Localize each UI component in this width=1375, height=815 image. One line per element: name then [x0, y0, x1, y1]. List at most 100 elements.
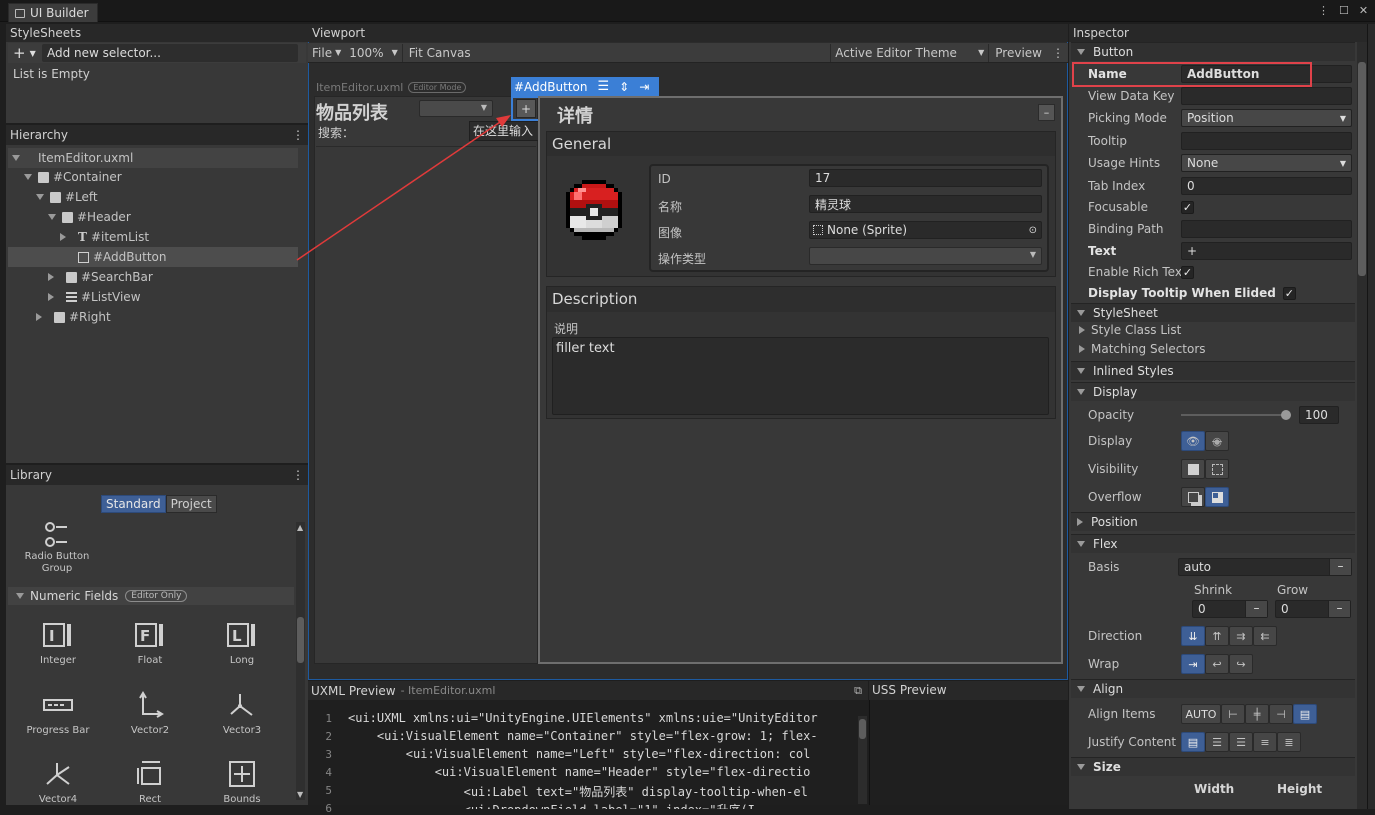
collapse-details-button[interactable]: – [1038, 104, 1055, 121]
section-display[interactable]: Display [1071, 382, 1355, 401]
wrap-wrap-icon[interactable]: ↩ [1205, 654, 1229, 674]
shrink-input[interactable]: 0– [1192, 600, 1268, 618]
direction-row-icon[interactable]: ⇉ [1229, 626, 1253, 646]
section-flex[interactable]: Flex [1071, 534, 1355, 553]
library-item-radio-button-group[interactable]: Radio Button Group [17, 521, 97, 575]
section-position[interactable]: Position [1071, 512, 1355, 531]
add-stylesheet-button[interactable]: + ▼ [8, 44, 42, 62]
library-item-bounds[interactable]: Bounds [202, 758, 282, 805]
library-item-vector4[interactable]: Vector4 [18, 758, 98, 805]
direction-column-reverse-icon[interactable]: ⇈ [1205, 626, 1229, 646]
add-selector-input[interactable]: Add new selector... [42, 44, 298, 62]
direction-row-reverse-icon[interactable]: ⇇ [1253, 626, 1277, 646]
overflow-visible-icon[interactable] [1181, 487, 1205, 507]
sprite-object-field[interactable]: None (Sprite) ⊙ [809, 221, 1042, 239]
align-flex-start-icon[interactable]: ⊢ [1221, 704, 1245, 724]
section-inlined-styles[interactable]: Inlined Styles [1071, 361, 1355, 380]
binding-path-input[interactable] [1181, 220, 1352, 238]
hierarchy-item-right[interactable]: #Right [8, 307, 298, 327]
library-item-vector2[interactable]: Vector2 [110, 689, 190, 736]
basis-unit-dropdown[interactable]: – [1329, 559, 1351, 575]
expand-arrow-icon[interactable] [24, 174, 32, 180]
visibility-visible-icon[interactable] [1181, 459, 1205, 479]
library-item-rect[interactable]: Rect [110, 758, 190, 805]
section-button[interactable]: Button [1071, 42, 1355, 61]
object-picker-icon[interactable]: ⊙ [1029, 225, 1037, 236]
overflow-hidden-icon[interactable] [1205, 487, 1229, 507]
hierarchy-item-left[interactable]: #Left [8, 187, 298, 207]
tooltip-input[interactable] [1181, 132, 1352, 150]
fit-canvas-button[interactable]: Fit Canvas [401, 43, 477, 62]
open-external-icon[interactable]: ⧉ [854, 684, 862, 698]
text-input[interactable]: + [1181, 242, 1352, 260]
description-textarea[interactable]: filler text [552, 337, 1049, 415]
enable-rich-text-checkbox[interactable]: ✓ [1181, 265, 1194, 279]
justify-center-icon[interactable]: ☰ [1205, 732, 1229, 752]
align-icon[interactable]: ⇕ [619, 80, 629, 94]
collapse-arrow-icon[interactable] [48, 293, 54, 301]
tab-standard[interactable]: Standard [101, 495, 166, 513]
maximize-icon[interactable]: ☐ [1339, 4, 1349, 17]
wrap-reverse-icon[interactable]: ↪ [1229, 654, 1253, 674]
usage-hints-dropdown[interactable]: None ▼ [1181, 154, 1352, 172]
expand-arrow-icon[interactable] [12, 155, 20, 161]
library-item-progress-bar[interactable]: Progress Bar [18, 689, 98, 736]
direction-column-icon[interactable]: ⇊ [1181, 626, 1205, 646]
tab-project[interactable]: Project [165, 495, 217, 513]
basis-input[interactable]: auto – [1178, 558, 1352, 576]
numeric-fields-category[interactable]: Numeric Fields Editor Only [8, 587, 294, 605]
preview-button[interactable]: Preview [988, 43, 1048, 62]
justify-space-around-icon[interactable]: ≣ [1277, 732, 1301, 752]
collapse-arrow-icon[interactable] [36, 313, 42, 321]
picking-mode-dropdown[interactable]: Position ▼ [1181, 109, 1352, 127]
display-flex-eye-icon[interactable]: 👁 [1181, 431, 1205, 451]
section-stylesheet[interactable]: StyleSheet [1071, 303, 1355, 322]
flex-direction-icon[interactable]: ☰ [597, 79, 609, 94]
library-item-integer[interactable]: I Integer [18, 619, 98, 666]
hierarchy-item-listview[interactable]: #ListView [8, 287, 298, 307]
library-scrollbar-thumb[interactable] [297, 617, 304, 663]
opacity-input[interactable]: 100 [1299, 406, 1339, 424]
display-tooltip-checkbox[interactable]: ✓ [1282, 286, 1296, 300]
justify-flex-start-icon[interactable]: ▤ [1181, 732, 1205, 752]
window-tab[interactable]: UI Builder [8, 3, 98, 22]
align-items-auto-button[interactable]: AUTO [1181, 704, 1221, 724]
display-none-eye-icon[interactable]: ◉ [1205, 431, 1229, 451]
justify-flex-end-icon[interactable]: ☰ [1229, 732, 1253, 752]
opacity-slider[interactable] [1181, 408, 1291, 422]
focusable-checkbox[interactable]: ✓ [1181, 200, 1194, 214]
style-class-list-foldout[interactable]: Style Class List [1079, 323, 1181, 337]
expand-arrow-icon[interactable] [16, 593, 24, 599]
hierarchy-item-itemlist[interactable]: T #itemList [8, 227, 298, 247]
align-center-icon[interactable]: ╪ [1245, 704, 1269, 724]
section-size[interactable]: Size [1071, 757, 1355, 776]
visibility-hidden-icon[interactable] [1205, 459, 1229, 479]
section-align[interactable]: Align [1071, 679, 1355, 698]
uxml-scrollbar-thumb[interactable] [859, 719, 866, 739]
tab-index-input[interactable]: 0 [1181, 177, 1352, 195]
expand-arrow-icon[interactable] [36, 194, 44, 200]
justify-icon[interactable]: ⇥ [639, 80, 649, 94]
expand-arrow-icon[interactable] [48, 214, 56, 220]
library-menu-icon[interactable]: ⋮ [292, 468, 304, 482]
hierarchy-item-root[interactable]: ItemEditor.uxml [8, 148, 298, 168]
scroll-down-icon[interactable]: ▼ [297, 790, 303, 799]
grow-input[interactable]: 0– [1275, 600, 1351, 618]
id-input[interactable]: 17 [809, 169, 1042, 187]
hierarchy-item-searchbar[interactable]: #SearchBar [8, 267, 298, 287]
close-icon[interactable]: ✕ [1359, 4, 1368, 17]
hierarchy-item-container[interactable]: #Container [8, 167, 298, 187]
view-data-key-input[interactable] [1181, 87, 1352, 105]
viewport-menu-icon[interactable]: ⋮ [1048, 44, 1068, 62]
hierarchy-item-header[interactable]: #Header [8, 207, 298, 227]
name-input[interactable]: 精灵球 [809, 195, 1042, 213]
collapse-arrow-icon[interactable] [48, 273, 54, 281]
align-stretch-icon[interactable]: ▤ [1293, 704, 1317, 724]
inspector-scrollbar-thumb[interactable] [1358, 62, 1366, 276]
matching-selectors-foldout[interactable]: Matching Selectors [1079, 342, 1206, 356]
hierarchy-item-addbutton[interactable]: #AddButton [8, 247, 298, 267]
library-item-long[interactable]: L Long [202, 619, 282, 666]
collapse-arrow-icon[interactable] [60, 233, 66, 241]
more-icon[interactable]: ⋮ [1318, 4, 1329, 17]
justify-space-between-icon[interactable]: ≡ [1253, 732, 1277, 752]
